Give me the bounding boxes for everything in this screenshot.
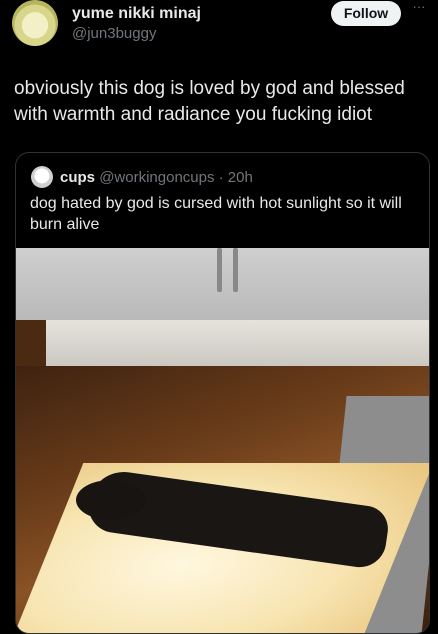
author-avatar[interactable] [12, 0, 58, 46]
more-options-icon[interactable]: ··· [408, 0, 430, 18]
photo-dog-head [76, 480, 146, 520]
author-display-name[interactable]: yume nikki minaj [72, 5, 201, 23]
tweet-text: obviously this dog is loved by god and b… [14, 78, 405, 125]
author-handle[interactable]: @jun3buggy [72, 25, 156, 42]
quoted-tweet-card[interactable]: cups @workingoncups · 20h dog hated by g… [15, 152, 430, 634]
quoted-author-name: cups [60, 169, 96, 186]
photo-cabinet-handle-left [217, 248, 222, 292]
quoted-author-avatar [31, 166, 53, 188]
follow-button[interactable]: Follow [331, 1, 401, 26]
quoted-author-meta: @workingoncups · 20h [99, 169, 253, 186]
photo-cabinet-handle-right [233, 248, 238, 292]
photo-cabinet-plinth [46, 320, 429, 366]
quoted-tweet-text: dog hated by god is cursed with hot sunl… [30, 195, 402, 233]
quoted-tweet-header: cups @workingoncups · 20h [60, 169, 253, 186]
photo-cabinet [16, 248, 429, 320]
quoted-tweet-photo[interactable] [16, 248, 429, 633]
